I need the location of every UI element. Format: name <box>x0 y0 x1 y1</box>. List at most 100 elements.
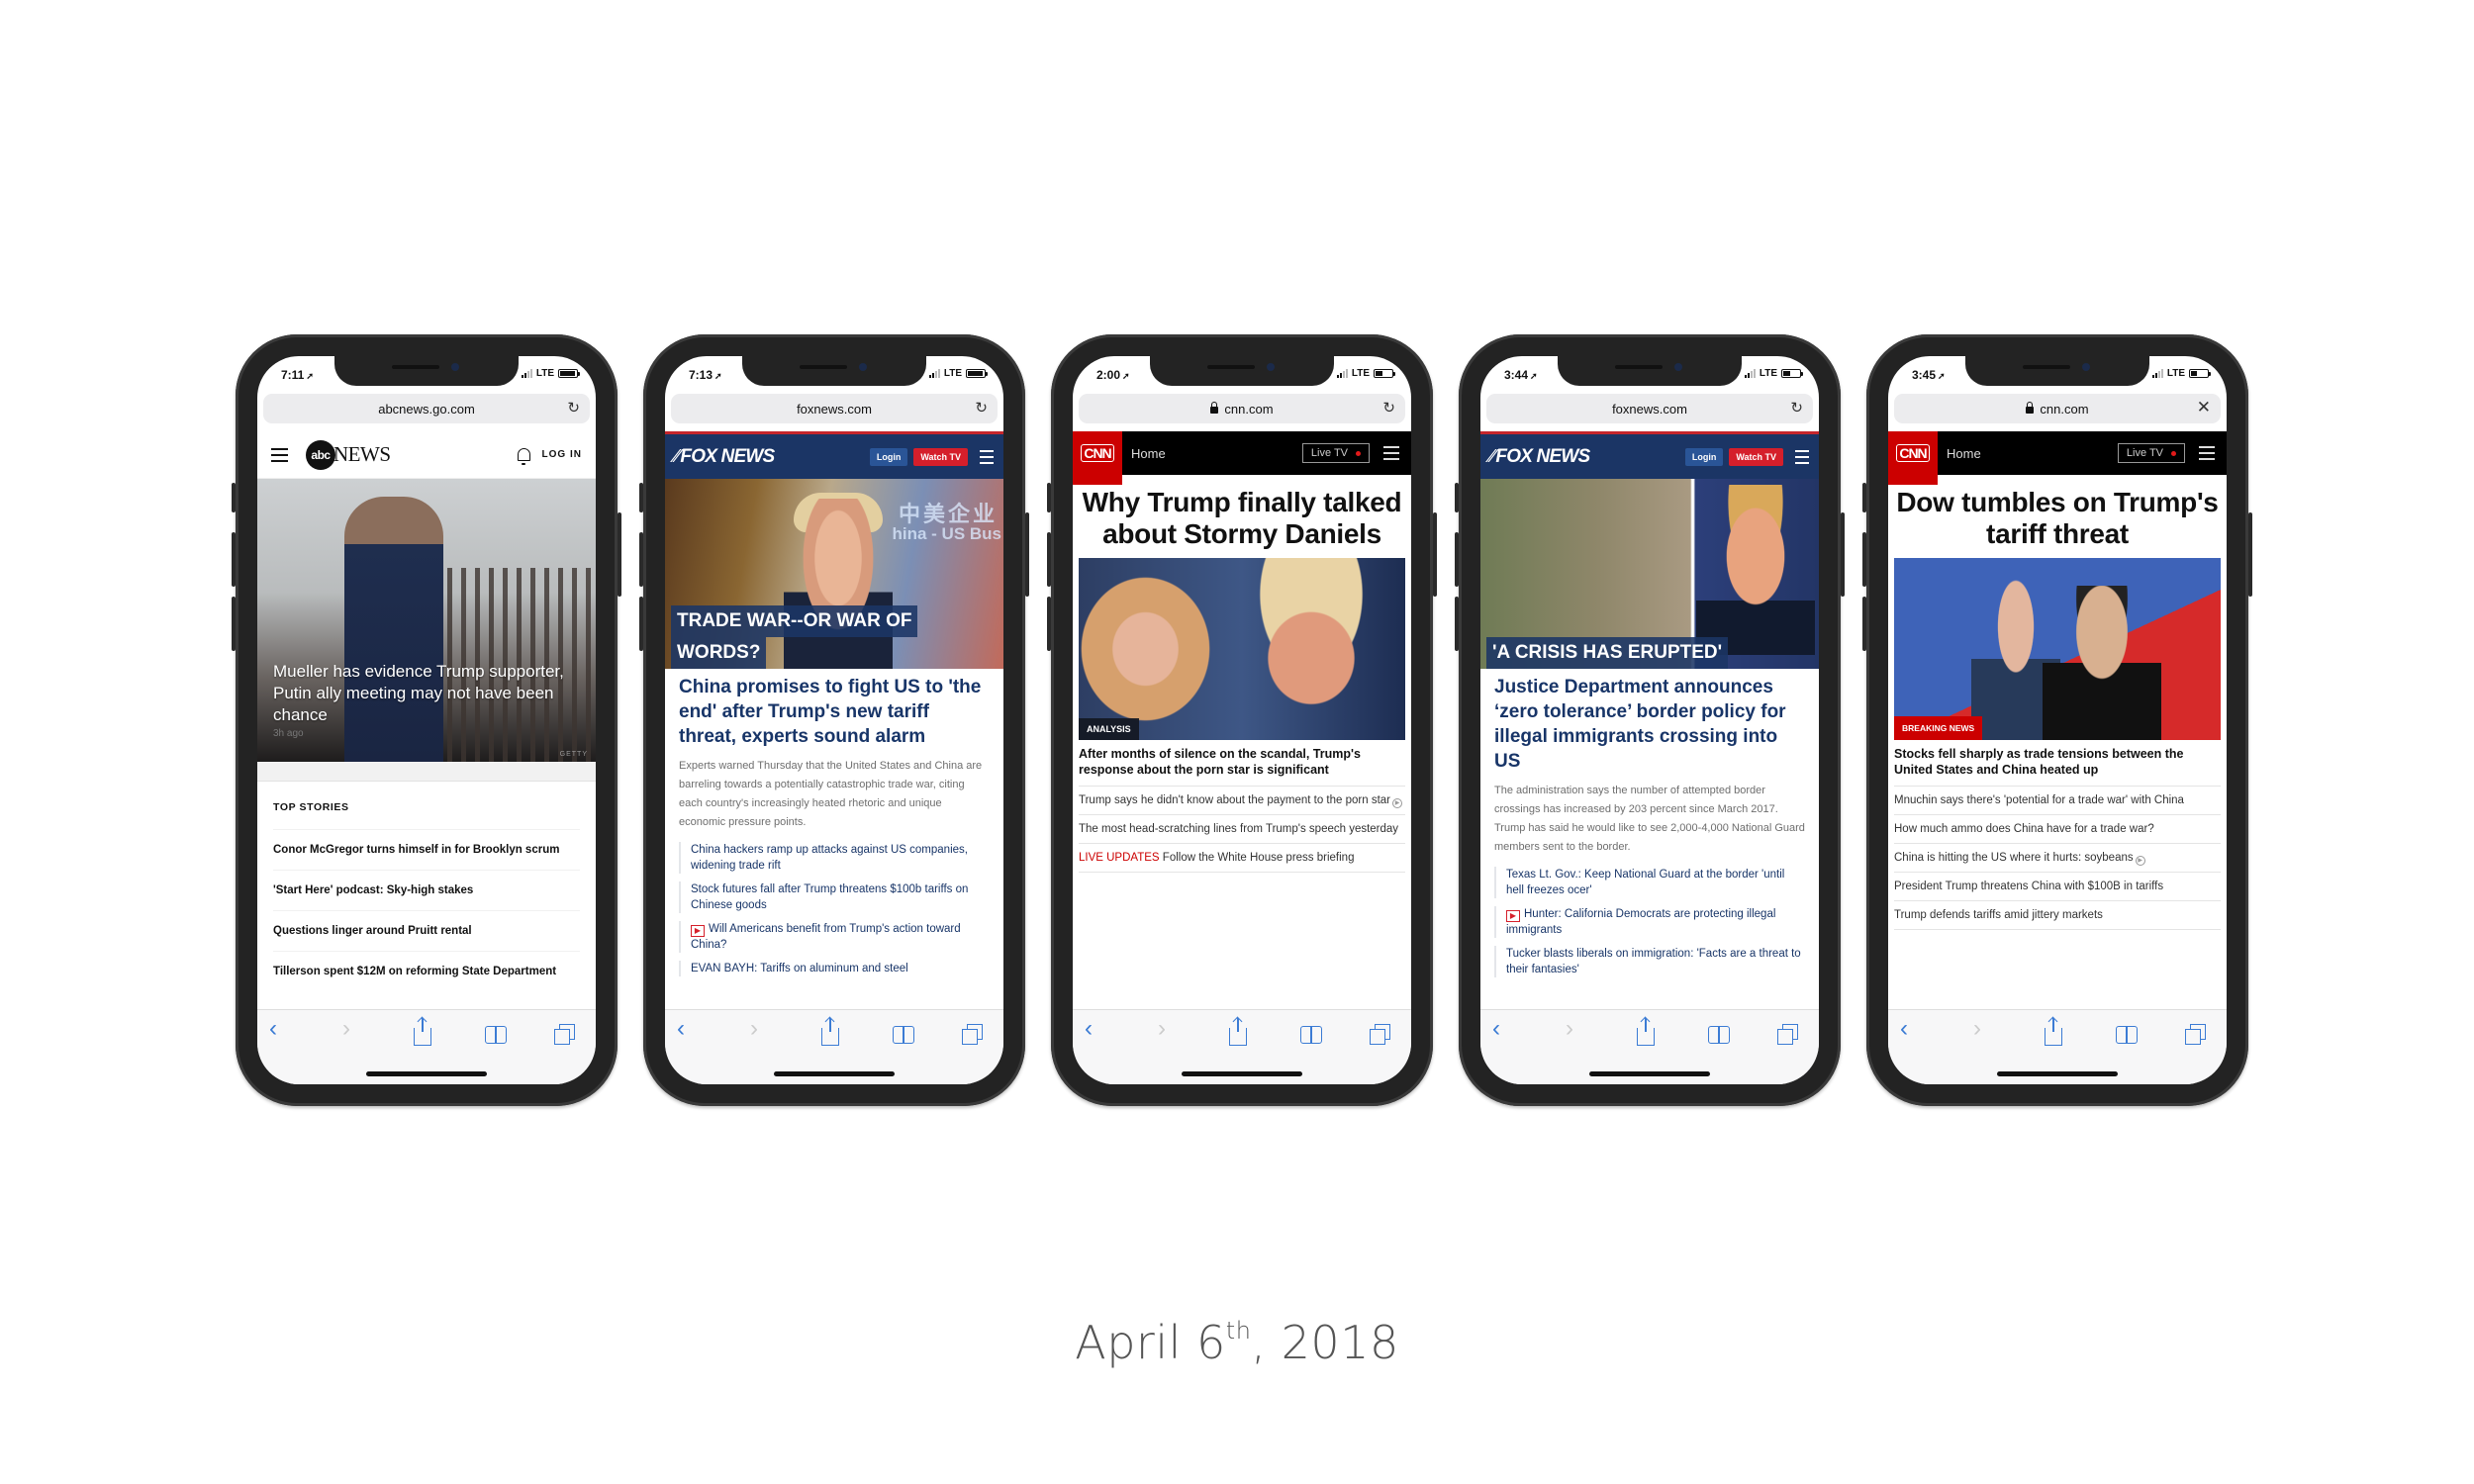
share-icon[interactable] <box>1637 1018 1655 1046</box>
stop-loading-icon[interactable]: ✕ <box>2197 398 2211 417</box>
headline[interactable]: China promises to fight US to 'the end' … <box>679 675 990 749</box>
home-indicator[interactable] <box>366 1071 487 1076</box>
home-link[interactable]: Home <box>1131 446 1166 461</box>
hero-image[interactable]: 中美企业 hina - US Bus TRADE WAR--OR WAR OF W… <box>665 479 1003 669</box>
lead-story[interactable]: After months of silence on the scandal, … <box>1079 740 1405 787</box>
hero-image[interactable]: ANALYSIS <box>1079 558 1405 740</box>
address-bar[interactable]: cnn.com ✕ <box>1894 394 2221 423</box>
back-icon[interactable]: ‹ <box>1085 1017 1093 1041</box>
menu-icon[interactable] <box>980 449 994 464</box>
share-icon[interactable] <box>414 1018 431 1046</box>
menu-icon[interactable] <box>1795 449 1809 464</box>
bookmarks-icon[interactable] <box>1300 1022 1322 1044</box>
forward-icon[interactable]: › <box>1973 1017 1981 1041</box>
bookmarks-icon[interactable] <box>2116 1022 2138 1044</box>
list-item[interactable]: Trump defends tariffs amid jittery marke… <box>1894 901 2221 930</box>
share-icon[interactable] <box>821 1018 839 1046</box>
page-title[interactable]: Why Trump finally talked about Stormy Da… <box>1073 475 1411 558</box>
url-text: foxnews.com <box>1612 401 1687 417</box>
home-indicator[interactable] <box>1997 1071 2118 1076</box>
watch-tv-button[interactable]: Watch TV <box>1729 447 1783 466</box>
forward-icon[interactable]: › <box>342 1017 350 1041</box>
related-link[interactable]: Stock futures fall after Trump threatens… <box>679 881 990 913</box>
list-item[interactable]: China is hitting the US where it hurts: … <box>1894 844 2221 873</box>
related-link[interactable]: ▶ Hunter: California Democrats are protec… <box>1494 906 1805 938</box>
list-item[interactable]: The most head-scratching lines from Trum… <box>1079 815 1405 844</box>
url-text: cnn.com <box>2040 401 2089 417</box>
address-bar[interactable]: foxnews.com ↻ <box>1486 394 1813 423</box>
login-button[interactable]: Login <box>1684 447 1724 466</box>
fox-news-logo[interactable]: ⁄⁄FOX NEWS <box>675 446 775 468</box>
back-icon[interactable]: ‹ <box>269 1017 277 1041</box>
live-dot-icon <box>1356 450 1361 456</box>
fox-news-logo[interactable]: ⁄⁄FOX NEWS <box>1490 446 1590 468</box>
address-bar[interactable]: abcnews.go.com ↻ <box>263 394 590 423</box>
video-icon: ▶ <box>691 925 705 937</box>
cnn-logo[interactable]: CNN <box>1888 431 1938 485</box>
tabs-icon[interactable] <box>2185 1022 2206 1045</box>
list-item[interactable]: Trump says he didn't know about the paym… <box>1079 787 1405 815</box>
list-item[interactable]: President Trump threatens China with $10… <box>1894 873 2221 901</box>
safari-toolbar: ‹ › <box>1480 1009 1819 1084</box>
live-tv-button[interactable]: Live TV <box>1301 443 1370 463</box>
related-link[interactable]: Texas Lt. Gov.: Keep National Guard at t… <box>1494 867 1805 898</box>
forward-icon[interactable]: › <box>1566 1017 1573 1041</box>
cnn-logo[interactable]: CNN <box>1073 431 1122 485</box>
list-item[interactable]: Conor McGregor turns himself in for Broo… <box>273 829 580 870</box>
related-link[interactable]: China hackers ramp up attacks against US… <box>679 842 990 874</box>
page-title[interactable]: Dow tumbles on Trump's tariff threat <box>1888 475 2227 558</box>
hero-image[interactable]: 'A CRISIS HAS ERUPTED' <box>1480 479 1819 669</box>
related-link[interactable]: Tucker blasts liberals on immigration: '… <box>1494 946 1805 977</box>
list-item[interactable]: 'Start Here' podcast: Sky-high stakes <box>273 870 580 910</box>
reload-icon[interactable]: ↻ <box>567 399 580 417</box>
home-indicator[interactable] <box>1182 1071 1302 1076</box>
list-item[interactable]: Tillerson spent $12M on reforming State … <box>273 951 580 991</box>
reload-icon[interactable]: ↻ <box>1382 399 1395 417</box>
menu-icon[interactable] <box>1383 446 1399 460</box>
bell-icon[interactable] <box>517 448 530 465</box>
home-link[interactable]: Home <box>1947 446 1981 461</box>
abc-news-logo[interactable]: abc NEWS <box>306 439 391 470</box>
notch <box>334 356 519 386</box>
home-indicator[interactable] <box>774 1071 895 1076</box>
home-indicator[interactable] <box>1589 1071 1710 1076</box>
hero-story[interactable]: Mueller has evidence Trump supporter, Pu… <box>257 479 596 762</box>
list-item[interactable]: LIVE UPDATES Follow the White House pres… <box>1079 844 1405 873</box>
share-icon[interactable] <box>1229 1018 1247 1046</box>
menu-icon[interactable] <box>271 447 288 462</box>
lead-story[interactable]: Stocks fell sharply as trade tensions be… <box>1894 740 2221 787</box>
headline[interactable]: Justice Department announces ‘zero toler… <box>1494 675 1805 774</box>
tabs-icon[interactable] <box>1370 1022 1390 1045</box>
tabs-icon[interactable] <box>962 1022 983 1045</box>
back-icon[interactable]: ‹ <box>677 1017 685 1041</box>
watch-tv-button[interactable]: Watch TV <box>913 447 968 466</box>
bookmarks-icon[interactable] <box>893 1022 914 1044</box>
login-button[interactable]: Login <box>869 447 908 466</box>
address-bar[interactable]: cnn.com ↻ <box>1079 394 1405 423</box>
list-item[interactable]: Questions linger around Pruitt rental <box>273 910 580 951</box>
login-link[interactable]: LOG IN <box>542 449 582 460</box>
hero-headline[interactable]: Mueller has evidence Trump supporter, Pu… <box>273 661 576 726</box>
reload-icon[interactable]: ↻ <box>1790 399 1803 417</box>
forward-icon[interactable]: › <box>750 1017 758 1041</box>
list-item[interactable]: Mnuchin says there's 'potential for a tr… <box>1894 787 2221 815</box>
phone-screen: 7:13 ➚ LTE foxnews.com ↻ ⁄⁄FOX NEWS Login… <box>665 356 1003 1084</box>
bookmarks-icon[interactable] <box>485 1022 507 1044</box>
live-tv-button[interactable]: Live TV <box>2117 443 2185 463</box>
reload-icon[interactable]: ↻ <box>975 399 988 417</box>
back-icon[interactable]: ‹ <box>1492 1017 1500 1041</box>
menu-icon[interactable] <box>2199 446 2215 460</box>
hero-image[interactable]: BREAKING NEWS <box>1894 558 2221 740</box>
location-arrow-icon: ➚ <box>1122 371 1130 381</box>
address-bar[interactable]: foxnews.com ↻ <box>671 394 998 423</box>
related-link[interactable]: EVAN BAYH: Tariffs on aluminum and steel <box>679 961 990 976</box>
list-item[interactable]: How much ammo does China have for a trad… <box>1894 815 2221 844</box>
back-icon[interactable]: ‹ <box>1900 1017 1908 1041</box>
tabs-icon[interactable] <box>554 1022 575 1045</box>
tabs-icon[interactable] <box>1777 1022 1798 1045</box>
bookmarks-icon[interactable] <box>1708 1022 1730 1044</box>
forward-icon[interactable]: › <box>1158 1017 1166 1041</box>
share-icon[interactable] <box>2045 1018 2062 1046</box>
fox-header: ⁄⁄FOX NEWS Login Watch TV <box>665 431 1003 479</box>
related-link[interactable]: ▶ Will Americans benefit from Trump's act… <box>679 921 990 953</box>
